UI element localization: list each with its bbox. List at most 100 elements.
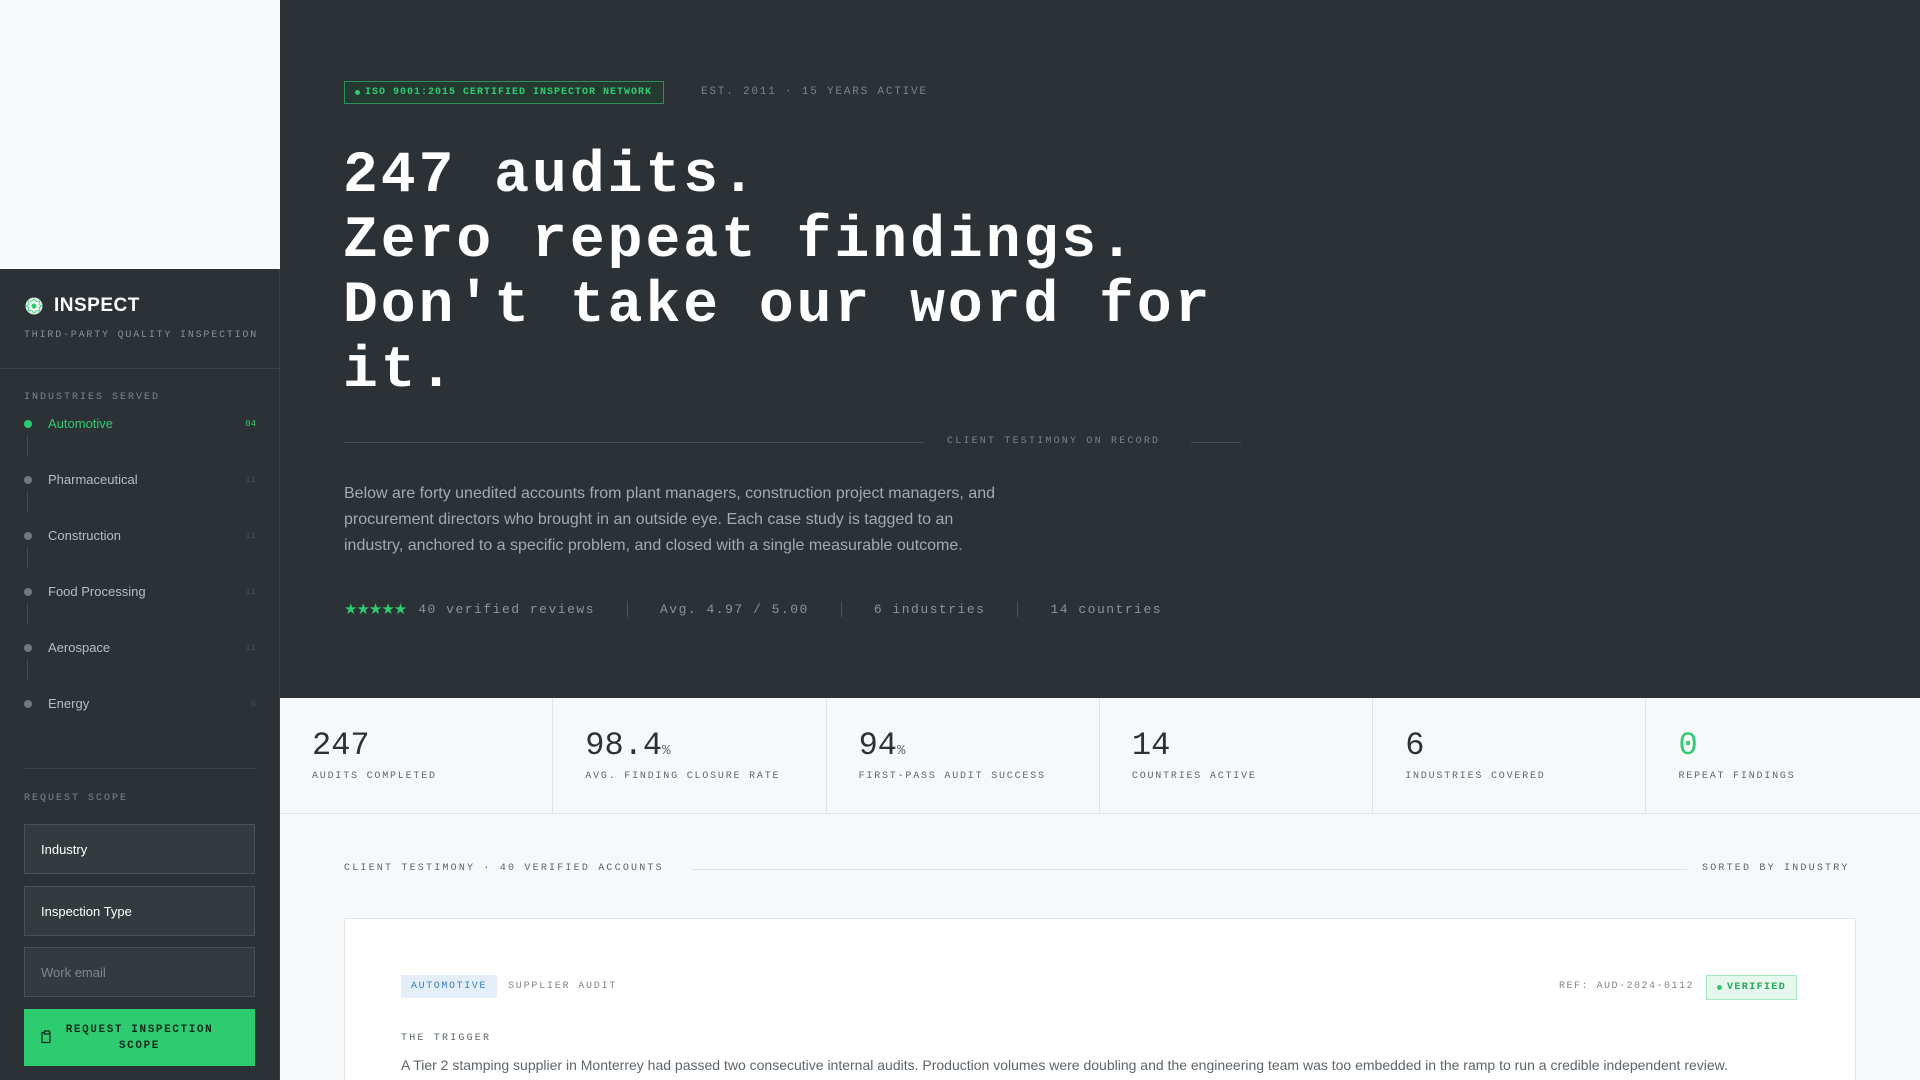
reviews-count: 40 verified reviews — [418, 601, 595, 617]
stat-label: AVG. FINDING CLOSURE RATE — [585, 771, 781, 782]
headline-line: it. — [343, 339, 457, 404]
stat-label: INDUSTRIES COVERED — [1405, 771, 1546, 782]
reference-id: REF: AUD-2024-0112 — [1559, 981, 1695, 992]
status-text: VERIFIED — [1727, 982, 1787, 993]
industries-count: 6 industries — [873, 601, 986, 617]
industry-count: 04 — [245, 419, 256, 429]
stat-countries: 14 COUNTRIES ACTIVE — [1100, 698, 1374, 813]
headline-line: Don't take our word for — [343, 274, 1213, 339]
stat-audits: 247 AUDITS COMPLETED — [280, 698, 554, 813]
stat-value: 14 — [1132, 728, 1372, 769]
stat-unit: % — [662, 743, 671, 759]
stat-number: 6 — [1405, 727, 1425, 764]
stat-number: 14 — [1131, 727, 1171, 764]
testimony-card[interactable]: AUTOMOTIVE SUPPLIER AUDIT REF: AUD-2024-… — [344, 918, 1856, 1080]
stat-repeat-findings: 0 REPEAT FINDINGS — [1646, 698, 1919, 813]
active-dot-icon — [24, 420, 32, 428]
stat-value: 0 — [1678, 728, 1919, 769]
divider — [24, 768, 256, 769]
industry-tag: AUTOMOTIVE — [401, 975, 498, 998]
headline-line: Zero repeat findings. — [343, 209, 1137, 274]
stat-value: 247 — [312, 728, 552, 769]
established-label: EST. 2011 · 15 YEARS ACTIVE — [701, 86, 928, 98]
stat-number: 247 — [312, 727, 370, 764]
industry-label: Food Processing — [48, 584, 146, 599]
industry-label: Construction — [48, 528, 121, 543]
connector-line — [27, 435, 28, 457]
sidebar-item-automotive[interactable]: Automotive 04 — [24, 415, 256, 471]
work-email-field[interactable]: Work email — [24, 947, 255, 997]
industry-list: Automotive 04 Pharmaceutical 11 Construc… — [24, 415, 256, 751]
inspection-type-select[interactable]: Inspection Type — [24, 886, 255, 936]
stats-bar: 247 AUDITS COMPLETED 98.4% AVG. FINDING … — [280, 698, 1920, 814]
page-title: 247 audits. Zero repeat findings. Don't … — [343, 144, 1283, 404]
star-rating-icon: ★★★★★ — [344, 601, 407, 618]
stat-number: 0 — [1678, 727, 1698, 764]
gear-shield-icon — [25, 297, 43, 315]
sidebar-item-food-processing[interactable]: Food Processing 11 — [24, 583, 256, 639]
stat-closure-rate: 98.4% AVG. FINDING CLOSURE RATE — [553, 698, 827, 813]
industry-label: Energy — [48, 696, 90, 711]
status-dot-icon — [355, 90, 360, 95]
intro-paragraph: Below are forty unedited accounts from p… — [344, 485, 996, 554]
industries-label: INDUSTRIES SERVED — [24, 392, 161, 403]
separator — [840, 601, 842, 617]
brand[interactable]: INSPECT — [24, 295, 140, 317]
dot-icon — [24, 588, 32, 596]
brand-tagline: THIRD-PARTY QUALITY INSPECTION — [24, 330, 259, 341]
stat-industries: 6 INDUSTRIES COVERED — [1373, 698, 1647, 813]
sidebar-item-aerospace[interactable]: Aerospace 11 — [24, 639, 256, 695]
stat-unit: % — [897, 743, 906, 759]
badge-text: ISO 9001:2015 CERTIFIED INSPECTOR NETWOR… — [365, 87, 653, 98]
stat-value: 98.4% — [585, 728, 825, 769]
stat-label: REPEAT FINDINGS — [1678, 771, 1796, 782]
stat-label: FIRST-PASS AUDIT SUCCESS — [858, 771, 1046, 782]
industry-count: 11 — [245, 531, 256, 541]
stat-label: COUNTRIES ACTIVE — [1131, 771, 1257, 782]
trigger-label: THE TRIGGER — [401, 1033, 492, 1044]
headline-line: 247 audits. — [343, 144, 759, 209]
sidebar-item-pharmaceutical[interactable]: Pharmaceutical 11 — [24, 471, 256, 527]
connector-line — [27, 603, 28, 625]
industry-label: Pharmaceutical — [48, 472, 138, 487]
dot-icon — [24, 644, 32, 652]
review-meta: ★★★★★ 40 verified reviews Avg. 4.97 / 5.… — [344, 600, 1162, 618]
sidebar-item-energy[interactable]: Energy 6 — [24, 695, 256, 751]
verified-dot-icon — [1717, 985, 1722, 990]
sort-control[interactable]: SORTED BY INDUSTRY — [1702, 863, 1850, 874]
testimony-heading: CLIENT TESTIMONY · 40 VERIFIED ACCOUNTS — [344, 863, 664, 874]
brand-name: INSPECT — [54, 295, 140, 316]
status-badge: VERIFIED — [1706, 975, 1798, 1000]
industry-count: 6 — [250, 699, 256, 709]
stat-label: AUDITS COMPLETED — [312, 771, 437, 782]
industry-select[interactable]: Industry — [24, 824, 255, 874]
dot-icon — [24, 700, 32, 708]
clipboard-icon — [41, 1030, 51, 1044]
stat-number: 98.4 — [585, 727, 663, 764]
stat-value: 94% — [859, 728, 1099, 769]
sidebar: INSPECT THIRD-PARTY QUALITY INSPECTION I… — [0, 269, 280, 1080]
trigger-text: A Tier 2 stamping supplier in Monterrey … — [401, 1057, 1728, 1073]
request-inspection-scope-button[interactable]: REQUEST INSPECTION SCOPE — [24, 1009, 255, 1066]
industry-count: 11 — [245, 643, 256, 653]
countries-count: 14 countries — [1050, 601, 1163, 617]
request-scope-label: REQUEST SCOPE — [24, 793, 129, 804]
industry-count: 11 — [245, 475, 256, 485]
divider — [692, 869, 1687, 870]
industry-count: 11 — [245, 587, 256, 597]
hero: ISO 9001:2015 CERTIFIED INSPECTOR NETWOR… — [280, 0, 1920, 698]
sidebar-item-construction[interactable]: Construction 11 — [24, 527, 256, 583]
industry-label: Aerospace — [48, 640, 111, 655]
industry-label: Automotive — [48, 416, 114, 431]
dot-icon — [24, 476, 32, 484]
testimony-divider-label: CLIENT TESTIMONY ON RECORD — [947, 436, 1161, 447]
separator — [626, 601, 628, 617]
stat-first-pass: 94% FIRST-PASS AUDIT SUCCESS — [827, 698, 1100, 813]
separator — [1017, 601, 1019, 617]
certification-badge: ISO 9001:2015 CERTIFIED INSPECTOR NETWOR… — [344, 81, 665, 104]
divider — [1191, 442, 1241, 443]
connector-line — [27, 659, 28, 681]
stat-value: 6 — [1405, 728, 1645, 769]
sidebar-top-blank — [0, 0, 280, 269]
cta-label: REQUEST INSPECTION SCOPE — [65, 1023, 214, 1052]
